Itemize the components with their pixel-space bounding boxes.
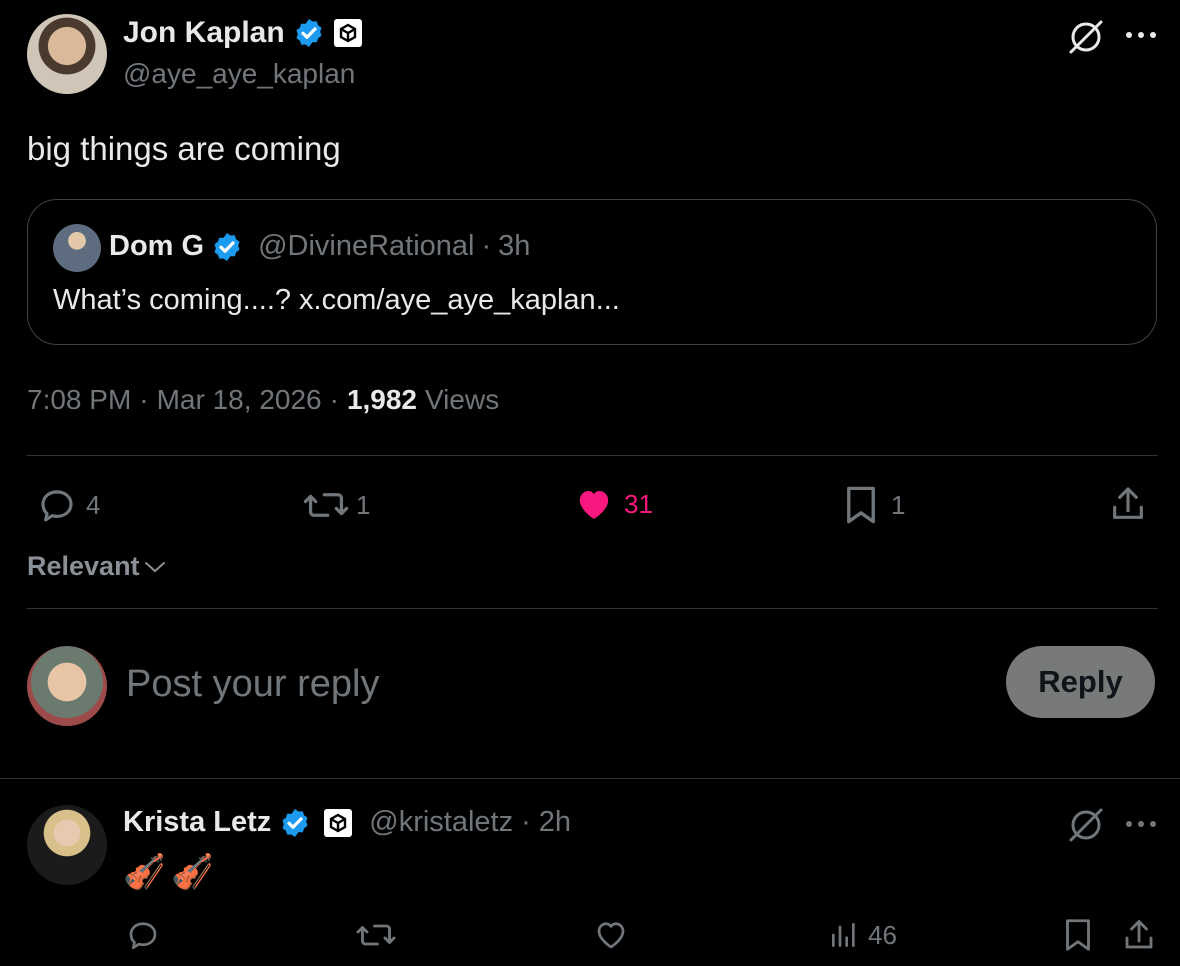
author-handle[interactable]: @aye_aye_kaplan (123, 58, 355, 90)
share-icon[interactable] (1108, 484, 1148, 524)
share-icon[interactable] (1121, 917, 1157, 953)
reply-author-avatar[interactable] (27, 805, 107, 885)
post-text: big things are coming (27, 130, 341, 167)
reply-text: 🎻🎻 (123, 853, 220, 891)
bookmark-action[interactable]: 1 (843, 484, 905, 526)
chevron-down-icon (144, 560, 166, 574)
reply-icon[interactable] (125, 917, 161, 953)
repost-count: 1 (356, 489, 371, 520)
separator-dot: · (521, 806, 531, 838)
author-name[interactable]: Jon Kaplan (123, 16, 285, 50)
verified-badge-icon (211, 231, 243, 263)
divider (27, 608, 1158, 609)
quote-author-avatar[interactable] (53, 224, 101, 272)
reply-input[interactable] (126, 656, 986, 712)
reply-author-name[interactable]: Krista Letz (123, 806, 271, 839)
post-time[interactable]: 7:08 PM (27, 384, 131, 416)
reply-count: 4 (86, 489, 101, 520)
like-count: 31 (624, 488, 653, 519)
verified-badge-icon (293, 17, 325, 49)
divider (27, 455, 1158, 456)
more-options-icon[interactable] (1124, 819, 1158, 829)
views-action[interactable]: 46 (828, 919, 897, 951)
views-count: 1,982 (346, 384, 418, 415)
quote-author-name: Dom G (109, 230, 205, 262)
heart-icon (574, 484, 614, 524)
bookmark-count: 1 (891, 489, 906, 520)
heart-icon[interactable] (593, 917, 629, 953)
reply-author-handle[interactable]: @kristaletz (369, 806, 513, 839)
verified-badge-icon (279, 807, 311, 839)
author-avatar[interactable] (27, 14, 107, 94)
bookmark-icon[interactable] (1062, 917, 1094, 953)
reply-icon (36, 484, 78, 526)
reply-button[interactable]: Reply (1006, 646, 1155, 718)
reply-timestamp[interactable]: 2h (539, 806, 571, 839)
quote-author-handle: @DivineRational (258, 230, 475, 262)
affiliate-badge-icon[interactable] (323, 808, 353, 838)
repost-action[interactable]: 1 (302, 484, 370, 526)
analytics-icon (828, 919, 860, 951)
sort-label: Relevant (27, 551, 140, 581)
separator-dot: · (139, 384, 149, 415)
affiliate-badge-icon[interactable] (333, 18, 363, 48)
separator-dot: · (481, 230, 492, 262)
grok-icon[interactable] (1066, 17, 1106, 57)
sort-dropdown[interactable]: Relevant (27, 551, 166, 582)
repost-icon (302, 484, 350, 526)
divider (0, 778, 1180, 779)
more-options-icon[interactable] (1124, 30, 1158, 40)
views-label: Views (425, 384, 500, 415)
quoted-post[interactable] (27, 199, 1157, 345)
repost-icon[interactable] (355, 917, 397, 953)
separator-dot: · (329, 384, 339, 415)
bookmark-icon (843, 484, 879, 526)
like-action[interactable]: 31 (574, 484, 653, 524)
grok-icon[interactable] (1066, 805, 1106, 845)
quote-timestamp: 3h (498, 230, 531, 262)
reply-action[interactable]: 4 (36, 484, 100, 526)
current-user-avatar[interactable] (27, 646, 107, 726)
reply-views-count: 46 (868, 919, 897, 950)
quote-text: What’s coming....? x.com/aye_aye_kaplan.… (53, 284, 620, 316)
post-date[interactable]: Mar 18, 2026 (157, 384, 322, 416)
